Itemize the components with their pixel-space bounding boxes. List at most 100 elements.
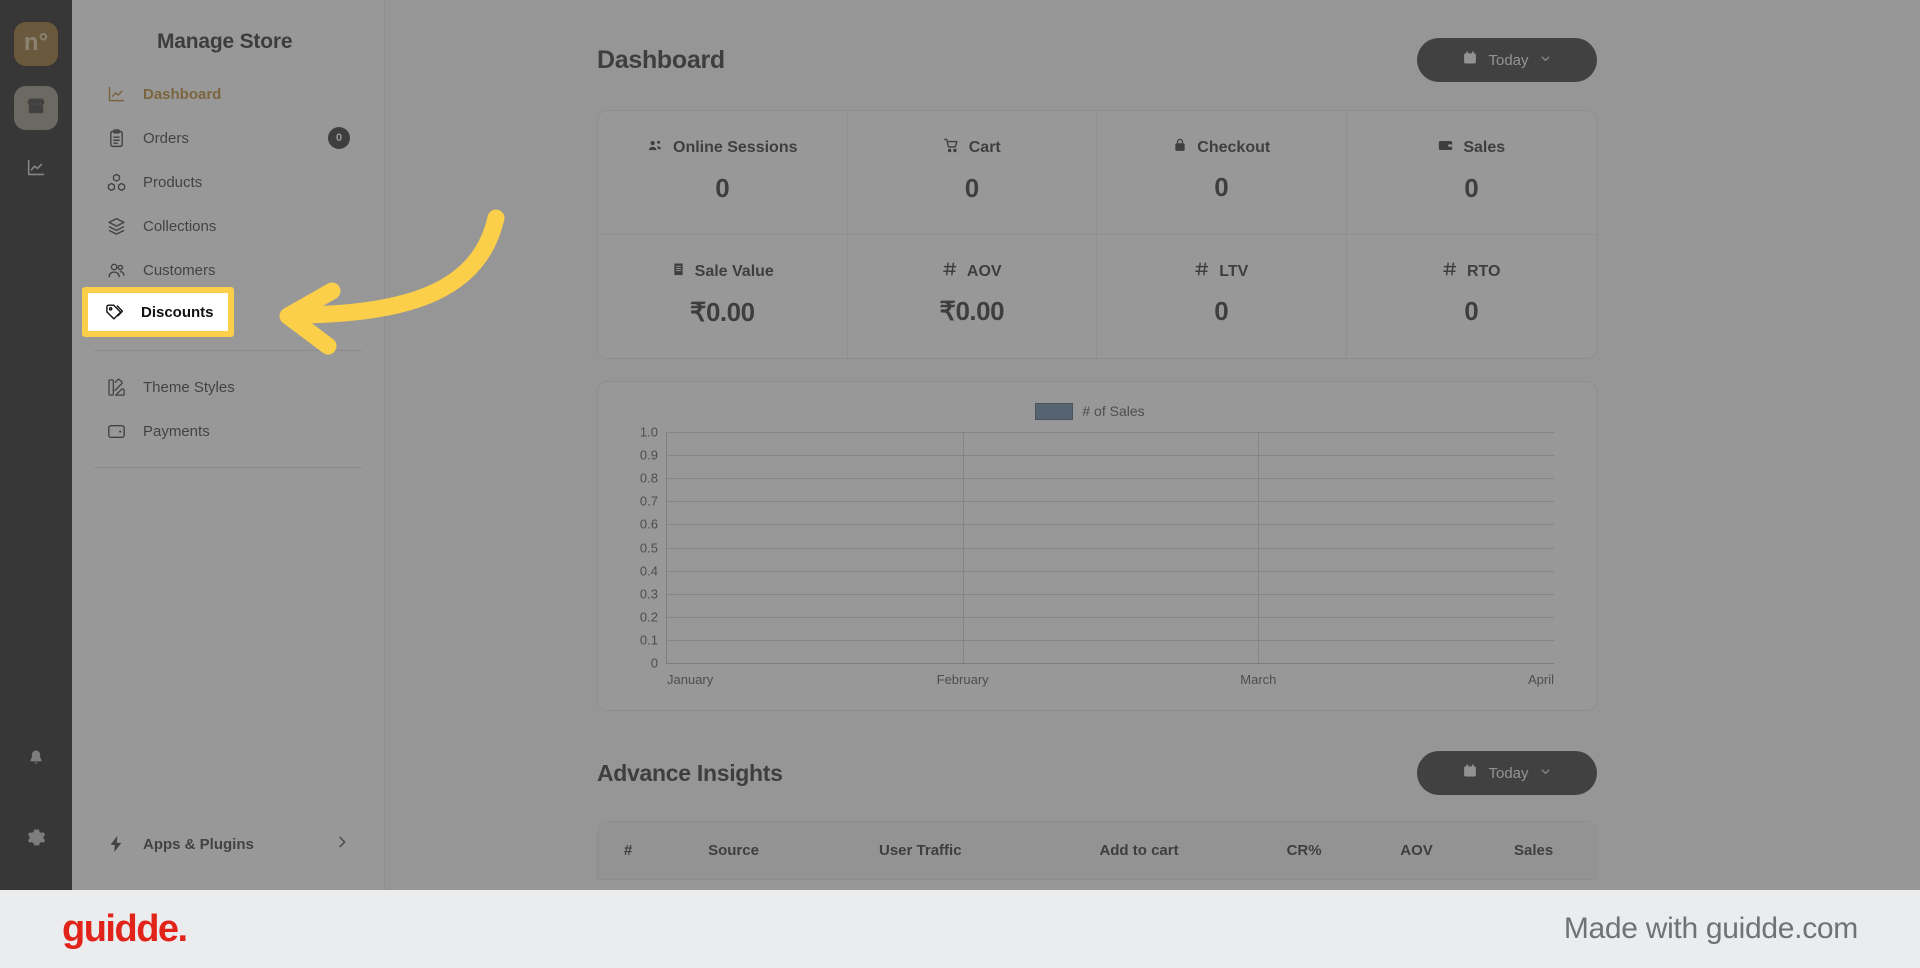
stat-value: 0	[964, 173, 979, 203]
sidebar-item-payments[interactable]: Payments	[94, 409, 362, 453]
sidebar-item-label: Customers	[143, 261, 216, 279]
highlight-discounts-spotlight[interactable]: Discounts	[82, 287, 234, 337]
chart-gridline	[667, 570, 1554, 572]
insights-header: Advance Insights Today	[597, 751, 1597, 795]
chart-gridline	[667, 616, 1554, 618]
sales-chart-card: # of Sales 1.0 0.9 0.8 0.7 0.6 0.5 0.4 0.3 0.2 0.…	[597, 381, 1597, 711]
app-logo[interactable]: n°	[14, 22, 58, 66]
sidebar-footer-label: Apps & Plugins	[143, 835, 254, 853]
sidebar-item-label: Collections	[143, 217, 217, 235]
sidebar-item-customers[interactable]: Customers	[94, 248, 362, 292]
chart-gridline	[667, 478, 1554, 480]
chevron-down-icon	[1539, 765, 1552, 781]
chart-vertical-gridline	[962, 432, 964, 663]
rail-item-settings[interactable]	[14, 818, 58, 862]
stat-card-rto: RTO 0	[1347, 235, 1597, 358]
sidebar-item-products[interactable]: Products	[94, 160, 362, 204]
rail-item-analytics[interactable]	[14, 148, 58, 192]
chevron-down-icon	[1539, 52, 1552, 68]
chart-gridline	[667, 524, 1554, 526]
chart-gridline	[667, 547, 1554, 549]
guidde-footer-bar: guidde. Made with guidde.com	[0, 890, 1920, 968]
legend-label: # of Sales	[1082, 403, 1145, 419]
sidebar-item-label: Products	[143, 173, 203, 191]
lock-icon	[1172, 137, 1188, 158]
boxes-icon	[105, 171, 127, 193]
chart-y-tick-label: 0.1	[639, 632, 658, 648]
stat-value: 0	[1214, 296, 1229, 326]
stat-card-cart: Cart 0	[847, 111, 1097, 235]
cart-icon	[943, 137, 960, 159]
stat-label-text: Sales	[1463, 139, 1506, 156]
stat-value: 0	[715, 173, 730, 203]
bolt-icon	[105, 833, 127, 855]
stat-value: ₹0.00	[689, 297, 755, 327]
receipt-icon	[671, 261, 686, 283]
dashboard-date-filter-button[interactable]: Today	[1417, 38, 1597, 82]
chart-y-tick-label: 0.7	[639, 493, 658, 509]
layers-icon	[105, 215, 127, 237]
chart-gridline	[667, 639, 1554, 641]
stat-label-row: Sale Value	[608, 261, 837, 283]
stat-label-row: RTO	[1357, 261, 1587, 282]
chart-y-tick-label: 0.9	[639, 447, 658, 463]
sidebar-item-dashboard[interactable]: Dashboard	[94, 72, 362, 116]
page-title: Dashboard	[597, 45, 725, 74]
stat-label-text: Checkout	[1197, 138, 1271, 156]
chart-y-tick-label: 0.4	[639, 563, 658, 579]
sidebar: Manage Store Dashboard Orders 0 Products…	[72, 0, 385, 890]
table-header-row: # Source User Traffic Add to cart CR% AOV Sale…	[598, 822, 1596, 879]
chart-y-tick-label: 0	[650, 655, 658, 671]
icon-rail: n°	[0, 0, 72, 890]
insights-date-filter-button[interactable]: Today	[1417, 751, 1597, 795]
stat-card-sales: Sales 0	[1346, 111, 1596, 235]
sidebar-divider-2	[94, 467, 362, 468]
stat-label-text: RTO	[1467, 262, 1501, 280]
analytics-icon	[25, 157, 47, 184]
app-logo-text: n°	[23, 29, 49, 56]
chart-gridline	[667, 455, 1554, 457]
screenshot-root: n° Manage Store Dashboard Orders 0 Produ…	[0, 0, 1920, 968]
stat-label-row: LTV	[1107, 261, 1336, 282]
stat-label-row: AOV	[858, 261, 1087, 282]
highlight-label: Discounts	[141, 303, 214, 321]
application-window: n° Manage Store Dashboard Orders 0 Produ…	[0, 0, 1920, 890]
main-inner: Dashboard Today Online Sessions 0 Cart 0…	[597, 38, 1597, 880]
chart-y-tick-label: 0.6	[639, 516, 658, 532]
main-content: Dashboard Today Online Sessions 0 Cart 0…	[385, 0, 1920, 890]
sidebar-item-theme-styles[interactable]: Theme Styles	[94, 365, 362, 409]
chart-y-tick-label: 0.8	[639, 470, 658, 486]
tag-icon	[103, 301, 125, 323]
rail-item-notifications[interactable]	[14, 738, 58, 782]
people-icon	[647, 137, 664, 159]
chart-x-tick-label: March	[1240, 672, 1277, 687]
hash-icon	[942, 261, 958, 282]
stat-label-text: AOV	[966, 262, 1002, 280]
stat-value: ₹0.00	[939, 296, 1005, 326]
stat-value: 0	[1464, 173, 1479, 203]
sidebar-item-apps-and-plugins[interactable]: Apps & Plugins	[94, 822, 362, 866]
stat-label-row: Cart	[858, 137, 1087, 159]
stat-label-text: LTV	[1219, 262, 1249, 280]
stat-label-text: Online Sessions	[673, 139, 798, 156]
sidebar-item-orders[interactable]: Orders 0	[94, 116, 362, 160]
calendar-icon	[1462, 763, 1478, 783]
legend-swatch	[1035, 402, 1074, 420]
chart-gridline	[667, 432, 1554, 433]
chart-y-tick-label: 0.2	[639, 609, 658, 625]
stat-card-ltv: LTV 0	[1097, 235, 1347, 358]
guidde-logo: guidde.	[62, 907, 188, 950]
table-column-header: CR%	[1286, 842, 1322, 859]
stats-grid: Online Sessions 0 Cart 0 Checkout 0 Sale…	[597, 110, 1597, 359]
sidebar-item-label: Theme Styles	[143, 378, 235, 396]
clipboard-icon	[105, 127, 127, 149]
stat-label-row: Online Sessions	[608, 137, 837, 159]
bell-icon	[26, 748, 46, 773]
rail-item-store[interactable]	[14, 86, 58, 130]
table-column-header: Source	[708, 842, 759, 859]
chart-x-tick-label: April	[1527, 672, 1554, 687]
sidebar-item-collections[interactable]: Collections	[94, 204, 362, 248]
chart-y-tick-label: 0.5	[639, 540, 658, 555]
table-column-header: Sales	[1514, 842, 1554, 859]
sidebar-footer: Apps & Plugins	[72, 822, 384, 890]
